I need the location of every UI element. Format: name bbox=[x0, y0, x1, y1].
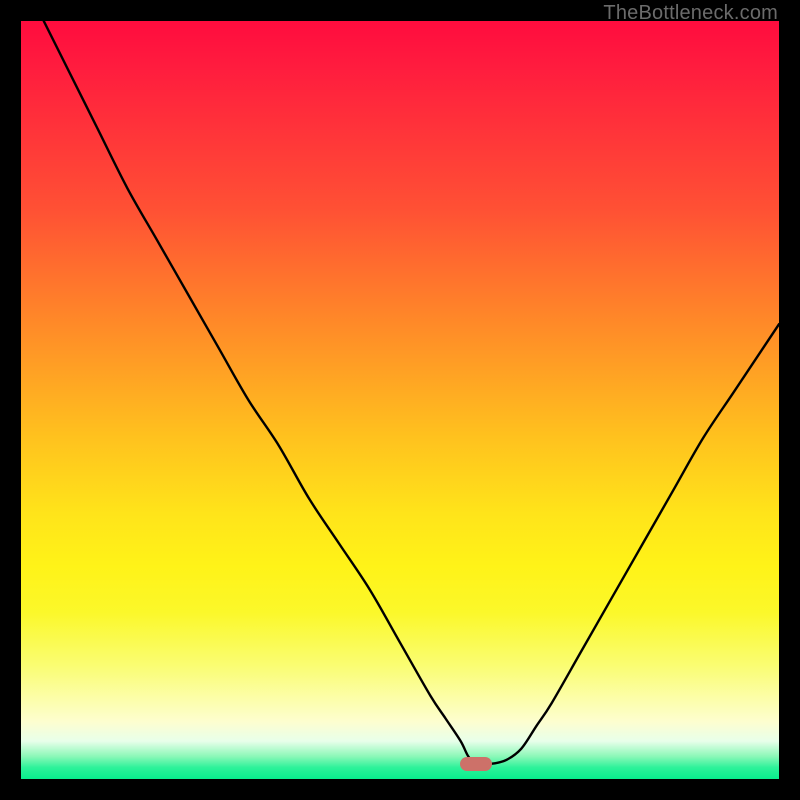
chart-frame: TheBottleneck.com bbox=[0, 0, 800, 800]
attribution-text: TheBottleneck.com bbox=[603, 2, 778, 25]
plot-area bbox=[21, 21, 779, 779]
bottleneck-curve bbox=[21, 21, 779, 779]
optimal-marker bbox=[460, 757, 492, 771]
